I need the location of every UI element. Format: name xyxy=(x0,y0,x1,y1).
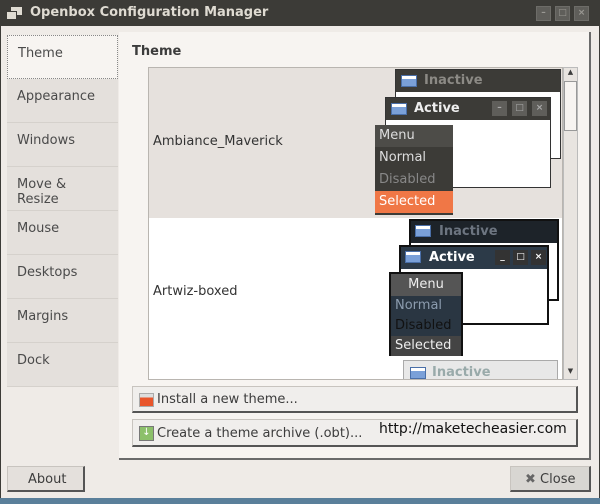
preview-inactive-window-3: Inactive xyxy=(403,360,558,380)
preview-menu: Menu Normal Disabled Selected xyxy=(389,272,463,356)
menu-title: Menu xyxy=(375,125,453,147)
window-icon xyxy=(401,75,417,87)
sidebar-item-windows[interactable]: Windows xyxy=(7,123,118,167)
install-theme-button[interactable]: Install a new theme... xyxy=(132,386,578,413)
inactive-label: Inactive xyxy=(432,365,491,380)
window-icon xyxy=(415,225,431,237)
theme-row-ambiance[interactable]: Ambiance_Maverick Inactive Active – □ × … xyxy=(149,68,562,218)
menu-normal: Normal xyxy=(395,298,443,313)
close-window-button[interactable]: × xyxy=(574,6,589,21)
inactive-label: Inactive xyxy=(424,73,483,88)
window-icon xyxy=(410,367,426,379)
title-bar: Openbox Configuration Manager – □ × xyxy=(0,0,600,26)
sidebar-item-dock[interactable]: Dock xyxy=(7,343,118,387)
menu-normal: Normal xyxy=(379,150,427,165)
maximize-button[interactable]: □ xyxy=(555,6,570,21)
list-scrollbar[interactable]: ▲ ▼ xyxy=(563,67,578,380)
inactive-label: Inactive xyxy=(439,224,498,239)
window-icon xyxy=(405,251,421,263)
about-button[interactable]: About xyxy=(7,466,85,492)
scroll-up-arrow-icon[interactable]: ▲ xyxy=(564,68,577,80)
active-label: Active xyxy=(414,101,460,116)
theme-list[interactable]: Ambiance_Maverick Inactive Active – □ × … xyxy=(148,67,563,380)
theme-name: Ambiance_Maverick xyxy=(153,134,283,149)
active-label: Active xyxy=(429,250,475,265)
sidebar-item-theme[interactable]: Theme xyxy=(7,35,118,79)
app-icon xyxy=(6,7,22,20)
scrollbar-thumb[interactable] xyxy=(564,81,577,131)
scroll-down-arrow-icon[interactable]: ▼ xyxy=(564,367,577,379)
menu-disabled: Disabled xyxy=(395,318,452,333)
install-label: Install a new theme... xyxy=(157,392,298,407)
window-icon xyxy=(391,103,407,115)
sidebar-item-appearance[interactable]: Appearance xyxy=(7,79,118,123)
close-x-icon: ✖ xyxy=(525,472,536,487)
menu-selected: Selected xyxy=(375,191,453,213)
download-icon: ↓ xyxy=(139,426,154,441)
minimize-button[interactable]: – xyxy=(536,6,551,21)
menu-disabled: Disabled xyxy=(379,172,436,187)
sidebar-item-desktops[interactable]: Desktops xyxy=(7,255,118,299)
close-label: Close xyxy=(540,472,576,487)
section-heading: Theme xyxy=(132,44,182,59)
menu-selected: Selected xyxy=(391,336,461,356)
archive-label: Create a theme archive (.obt)... xyxy=(157,426,363,441)
folder-icon xyxy=(139,393,154,407)
preview-menu: Menu Normal Disabled Selected xyxy=(375,125,453,215)
close-button[interactable]: ✖ Close xyxy=(510,466,591,492)
sidebar-item-move-resize[interactable]: Move & Resize xyxy=(7,167,118,211)
watermark: http://maketecheasier.com xyxy=(379,421,567,437)
theme-name: Artwiz-boxed xyxy=(153,284,238,299)
sidebar-item-mouse[interactable]: Mouse xyxy=(7,211,118,255)
window-title: Openbox Configuration Manager xyxy=(30,5,269,20)
sidebar-item-margins[interactable]: Margins xyxy=(7,299,118,343)
menu-title: Menu xyxy=(391,274,461,296)
theme-row-artwiz[interactable]: Artwiz-boxed Inactive Active _ □ × Menu … xyxy=(149,218,562,380)
